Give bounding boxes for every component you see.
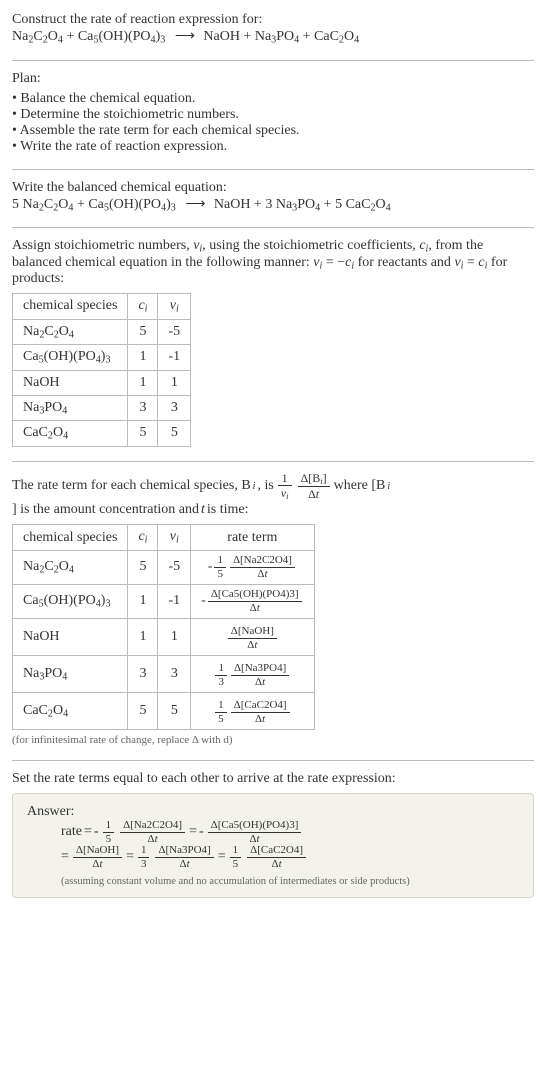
cell-ci: 5 [128,550,158,584]
cell-rate-term: Δ[NaOH]Δt [191,618,314,655]
table-row: Na3PO4 3 3 [13,395,191,421]
cell-vi: -5 [158,319,191,345]
cell-vi: 5 [158,692,191,729]
balanced-label: Write the balanced chemical equation: [12,180,534,196]
col-ci: ci [128,294,158,320]
cell-vi: 1 [158,370,191,395]
coef: 3 [265,197,272,212]
frac-one-over-nui: 1 νi [278,472,292,501]
cell-ci: 5 [128,692,158,729]
table-row: Ca5(OH)(PO4)3 1 -1 - Δ[Ca5(OH)(PO4)3]Δt [13,584,315,618]
cell-rate-term: - 15 Δ[Na2C2O4]Δt [191,550,314,584]
cell-ci: 1 [128,584,158,618]
cell-species: CaC2O4 [13,692,128,729]
cell-ci: 5 [128,421,158,447]
table-row: Na2C2O4 5 -5 [13,319,191,345]
cell-vi: 3 [158,655,191,692]
cell-rate-term: 15 Δ[CaC2O4]Δt [191,692,314,729]
col-ci: ci [128,525,158,551]
cell-ci: 1 [128,370,158,395]
divider [12,60,534,61]
divider [12,169,534,170]
cell-species: Na2C2O4 [13,550,128,584]
table-row: NaOH 1 1 [13,370,191,395]
table-header-row: chemical species ci νi [13,294,191,320]
plan-item: Balance the chemical equation. [12,91,534,107]
rate-expression-line2: = Δ[NaOH]Δt = 13 Δ[Na3PO4]Δt = 15 Δ[CaC2… [61,845,519,870]
plan-item: Assemble the rate term for each chemical… [12,123,534,139]
table-row: Na2C2O4 5 -5 - 15 Δ[Na2C2O4]Δt [13,550,315,584]
cell-species: Na2C2O4 [13,319,128,345]
table-row: Ca5(OH)(PO4)3 1 -1 [13,345,191,371]
table-row: NaOH 1 1 Δ[NaOH]Δt [13,618,315,655]
coef: 5 [335,197,342,212]
cell-vi: 5 [158,421,191,447]
coef: 5 [12,197,19,212]
cell-species: Ca5(OH)(PO4)3 [13,345,128,371]
cell-rate-term: 13 Δ[Na3PO4]Δt [191,655,314,692]
rate-term-intro: The rate term for each chemical species,… [12,472,534,519]
cell-ci: 3 [128,655,158,692]
cell-vi: -5 [158,550,191,584]
rate-term-section: The rate term for each chemical species,… [12,472,534,746]
rate-label: rate [61,824,82,840]
answer-label: Answer: [27,804,519,820]
col-species: chemical species [13,525,128,551]
cell-rate-term: - Δ[Ca5(OH)(PO4)3]Δt [191,584,314,618]
stoich-intro: Assign stoichiometric numbers, νi, using… [12,238,534,287]
col-species: chemical species [13,294,128,320]
plan-list: Balance the chemical equation. Determine… [12,91,534,155]
cell-species: Na3PO4 [13,655,128,692]
cell-ci: 3 [128,395,158,421]
rate-term-table: chemical species ci νi rate term Na2C2O4… [12,524,315,730]
cell-species: Na3PO4 [13,395,128,421]
col-vi: νi [158,294,191,320]
final-section: Set the rate terms equal to each other t… [12,771,534,898]
arrow-icon: ⟶ [175,28,194,45]
cell-vi: 3 [158,395,191,421]
divider [12,227,534,228]
table-row: CaC2O4 5 5 15 Δ[CaC2O4]Δt [13,692,315,729]
balanced-eq-section: Write the balanced chemical equation: 5 … [12,180,534,214]
cell-species: Ca5(OH)(PO4)3 [13,584,128,618]
cell-vi: -1 [158,584,191,618]
stoich-table: chemical species ci νi Na2C2O4 5 -5 Ca5(… [12,293,191,447]
cell-species: NaOH [13,370,128,395]
plan-item: Determine the stoichiometric numbers. [12,107,534,123]
table-header-row: chemical species ci νi rate term [13,525,315,551]
cell-vi: 1 [158,618,191,655]
cell-ci: 5 [128,319,158,345]
final-intro: Set the rate terms equal to each other t… [12,771,534,787]
cell-species: CaC2O4 [13,421,128,447]
cell-vi: -1 [158,345,191,371]
table-row: CaC2O4 5 5 [13,421,191,447]
col-vi: νi [158,525,191,551]
cell-ci: 1 [128,345,158,371]
balanced-equation: 5 Na2C2O4 + Ca5(OH)(PO4)3 ⟶ NaOH + 3 Na3… [12,196,534,214]
cell-species: NaOH [13,618,128,655]
assumption-note: (assuming constant volume and no accumul… [61,876,519,887]
arrow-icon: ⟶ [185,196,204,213]
unbalanced-equation: Na2C2O4 + Ca5(OH)(PO4)3 ⟶ NaOH + Na3PO4 … [12,28,534,46]
infinitesimal-note: (for infinitesimal rate of change, repla… [12,734,534,746]
frac-dBi-dt: Δ[Bi] Δt [298,472,330,501]
divider [12,461,534,462]
plan-section: Plan: Balance the chemical equation. Det… [12,71,534,155]
answer-box: Answer: rate = - 15 Δ[Na2C2O4]Δt = - Δ[C… [12,793,534,898]
plan-item: Write the rate of reaction expression. [12,139,534,155]
stoich-section: Assign stoichiometric numbers, νi, using… [12,238,534,447]
col-rate-term: rate term [191,525,314,551]
rate-expression-line1: rate = - 15 Δ[Na2C2O4]Δt = - Δ[Ca5(OH)(P… [61,820,519,845]
title-section: Construct the rate of reaction expressio… [12,12,534,46]
title-text: Construct the rate of reaction expressio… [12,12,534,28]
divider [12,760,534,761]
cell-ci: 1 [128,618,158,655]
table-row: Na3PO4 3 3 13 Δ[Na3PO4]Δt [13,655,315,692]
plan-label: Plan: [12,71,534,87]
